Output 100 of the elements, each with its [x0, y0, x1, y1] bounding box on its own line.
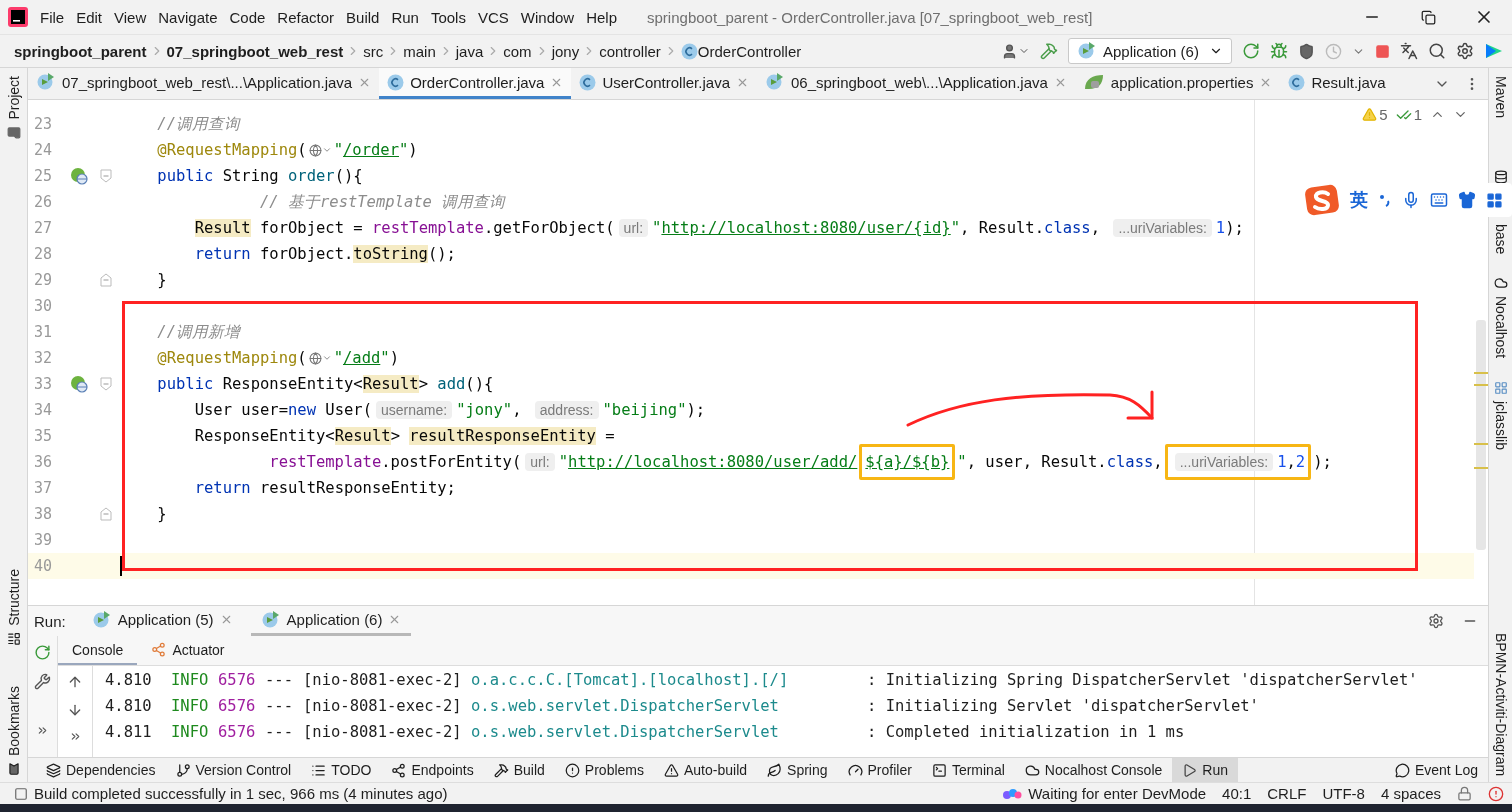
- restore-icon[interactable]: [1420, 9, 1436, 25]
- event-log-button[interactable]: Event Log: [1384, 758, 1488, 782]
- editor-tab[interactable]: UserController.java: [571, 68, 757, 99]
- tool-window-button[interactable]: Project: [5, 76, 22, 140]
- editor-tab[interactable]: 06_springboot_web\...\Application.java: [757, 68, 1075, 99]
- tool-window-button[interactable]: Profiler: [837, 758, 922, 782]
- menu-item[interactable]: Window: [514, 8, 581, 26]
- hammer-icon[interactable]: [1040, 42, 1058, 60]
- punctuation-icon[interactable]: [1378, 192, 1392, 208]
- ime-language[interactable]: 英: [1350, 188, 1368, 212]
- settings-icon[interactable]: [1428, 613, 1444, 629]
- breadcrumb[interactable]: 07_springboot_web_rest: [166, 42, 344, 60]
- rerun-icon[interactable]: [34, 644, 51, 661]
- coverage-icon[interactable]: [1298, 42, 1315, 60]
- microphone-icon[interactable]: [1402, 191, 1420, 209]
- status-item[interactable]: UTF-8: [1322, 785, 1365, 802]
- devmode-status[interactable]: Waiting for enter DevMode: [1028, 785, 1207, 802]
- breadcrumb[interactable]: com: [503, 42, 532, 60]
- editor-tab[interactable]: Result.java: [1280, 68, 1394, 99]
- breadcrumb[interactable]: springboot_parent: [14, 42, 147, 60]
- keyboard-icon[interactable]: [1430, 191, 1448, 209]
- wrench-icon[interactable]: [34, 673, 51, 690]
- tool-window-button[interactable]: Version Control: [165, 758, 302, 782]
- menu-item[interactable]: Tools: [424, 8, 472, 26]
- scrollbar-thumb[interactable]: [1476, 320, 1486, 550]
- ime-logo-icon[interactable]: [1304, 184, 1340, 216]
- rerun-icon[interactable]: [1242, 42, 1260, 60]
- translate-icon[interactable]: [1400, 42, 1418, 60]
- status-item[interactable]: 4 spaces: [1380, 785, 1441, 802]
- editor-tab[interactable]: OrderController.java: [379, 68, 572, 99]
- lock-icon[interactable]: [1457, 786, 1472, 801]
- tool-window-button[interactable]: Build: [483, 758, 555, 782]
- weak-warnings-count[interactable]: 1: [1395, 106, 1422, 123]
- run-configuration-dropdown[interactable]: Application (6): [1068, 38, 1232, 64]
- grid-icon[interactable]: [1486, 191, 1503, 209]
- menu-item[interactable]: Navigate: [152, 8, 224, 26]
- shirt-icon[interactable]: [1458, 191, 1476, 209]
- leaf-globe-icon[interactable]: [70, 375, 88, 393]
- tool-window-button[interactable]: Maven: [1492, 76, 1509, 119]
- editor-tab[interactable]: 07_springboot_web_rest\...\Application.java: [28, 68, 380, 99]
- menu-item[interactable]: File: [34, 8, 71, 26]
- logo-icon[interactable]: [1484, 41, 1504, 61]
- tool-window-button[interactable]: BPMN-Activiti-Diagram: [1492, 632, 1509, 776]
- menu-item[interactable]: Code: [223, 8, 272, 26]
- breadcrumb[interactable]: java: [455, 42, 484, 60]
- menu-item[interactable]: Build: [340, 8, 386, 26]
- leaf-globe-icon[interactable]: [70, 167, 88, 185]
- settings-icon[interactable]: [1456, 42, 1474, 60]
- line-number: 26: [33, 193, 52, 211]
- editor-tab[interactable]: application.properties: [1074, 68, 1281, 99]
- tool-window-button[interactable]: jclasslib: [1492, 380, 1509, 450]
- user-icon[interactable]: [1001, 42, 1030, 60]
- breadcrumb[interactable]: OrderController: [697, 42, 802, 60]
- breadcrumb[interactable]: jony: [551, 42, 580, 60]
- menu-item[interactable]: Run: [385, 8, 425, 26]
- menu-item[interactable]: Refactor: [271, 8, 341, 26]
- code-text: );: [686, 401, 706, 419]
- tool-window-button[interactable]: Spring: [757, 758, 838, 782]
- tool-window-button[interactable]: Terminal: [921, 758, 1015, 782]
- warnings-count[interactable]: 5: [1362, 106, 1388, 123]
- status-item[interactable]: 40:1: [1222, 785, 1252, 802]
- menu-item[interactable]: VCS: [471, 8, 515, 26]
- tool-window-button[interactable]: Dependencies: [36, 758, 166, 782]
- bug-icon[interactable]: [1270, 42, 1288, 60]
- tool-window-button[interactable]: base: [1492, 170, 1509, 255]
- panel-toggle-icon[interactable]: [14, 786, 28, 801]
- tool-window-button[interactable]: Problems: [554, 758, 654, 782]
- code-text: ): [408, 141, 418, 159]
- keyword: class: [1044, 219, 1091, 237]
- log-logger: o.s.web.servlet.DispatcherServlet: [471, 723, 780, 741]
- tool-window-button[interactable]: Structure: [5, 569, 22, 646]
- status-item[interactable]: CRLF: [1267, 785, 1307, 802]
- tool-window-button[interactable]: Auto-build: [654, 758, 758, 782]
- notification-icon[interactable]: [1488, 785, 1504, 802]
- code-text: ResponseEntity<: [194, 427, 335, 445]
- tool-window-button[interactable]: Nocalhost Console: [1014, 758, 1173, 782]
- breadcrumb[interactable]: src: [363, 42, 384, 60]
- breadcrumb[interactable]: controller: [599, 42, 661, 60]
- tool-window-button[interactable]: TODO: [301, 758, 382, 782]
- more-icon[interactable]: [36, 724, 49, 737]
- globe-icon[interactable]: [308, 351, 332, 365]
- breadcrumb[interactable]: main: [403, 42, 436, 60]
- console-tab[interactable]: Actuator: [137, 636, 239, 665]
- stop-icon[interactable]: [1375, 43, 1390, 59]
- run-tab[interactable]: Application (6): [250, 606, 412, 636]
- branch-icon: [175, 762, 191, 778]
- globe-icon[interactable]: [308, 143, 332, 157]
- menu-item[interactable]: Edit: [70, 8, 109, 26]
- tool-window-button[interactable]: Run: [1172, 758, 1238, 782]
- menu-item[interactable]: Help: [580, 8, 624, 26]
- menu-item[interactable]: View: [108, 8, 153, 26]
- run-tab[interactable]: Application (5): [81, 606, 243, 636]
- tool-window-button[interactable]: Nocalhost: [1492, 276, 1509, 359]
- class-icon: [387, 73, 405, 91]
- tool-window-button[interactable]: Bookmarks: [5, 685, 22, 776]
- search-icon[interactable]: [1428, 42, 1446, 60]
- tool-window-button[interactable]: Endpoints: [381, 758, 484, 782]
- app-logo-icon[interactable]: [8, 7, 28, 27]
- code-text: User user=: [194, 401, 288, 419]
- number-literal: 1: [1277, 453, 1287, 471]
